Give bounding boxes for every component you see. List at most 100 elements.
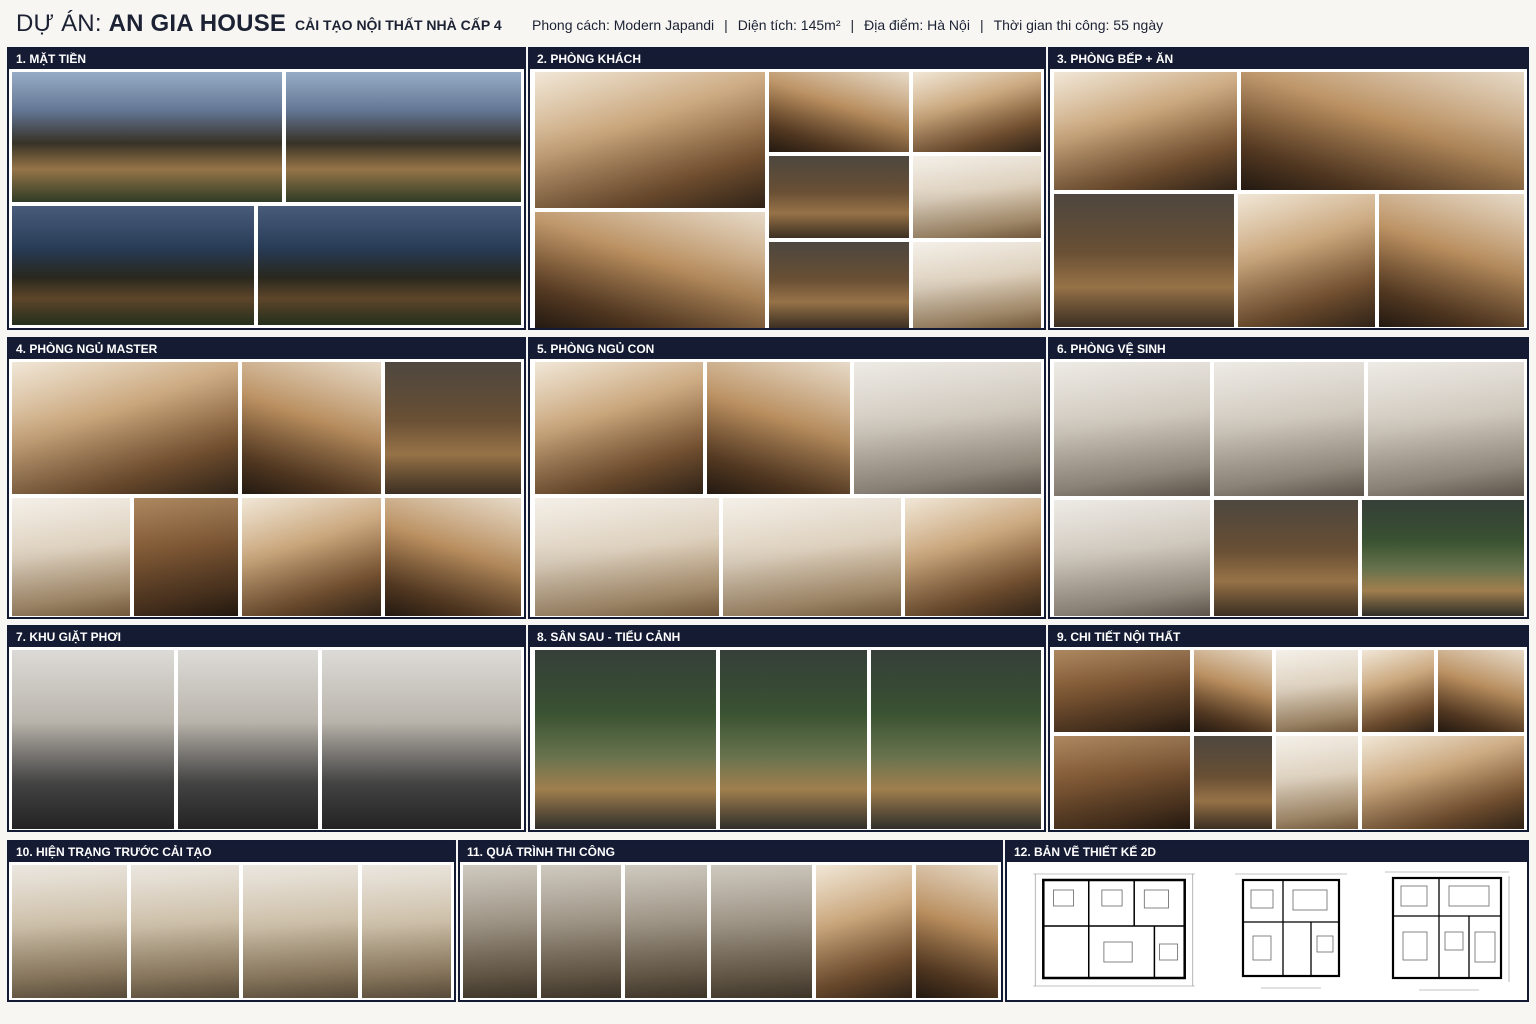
construction-photo[interactable] bbox=[462, 864, 538, 999]
living-room-photo[interactable] bbox=[768, 241, 910, 328]
master-bedroom-photo[interactable] bbox=[11, 497, 131, 617]
project-title: DỰ ÁN: AN GIA HOUSE bbox=[16, 10, 286, 38]
construction-photo[interactable] bbox=[624, 864, 708, 999]
kids-bedroom-photo[interactable] bbox=[534, 497, 720, 617]
laundry-photo[interactable] bbox=[321, 649, 522, 830]
bathroom-photo[interactable] bbox=[1053, 361, 1211, 497]
panel-construction-process: 11. QUÁ TRÌNH THI CÔNG bbox=[458, 840, 1003, 1002]
project-meta: Phong cách: Modern Japandi | Diện tích: 14… bbox=[532, 17, 1163, 33]
bathroom-photo[interactable] bbox=[1053, 499, 1211, 617]
panel-living-room: 2. PHÒNG KHÁCH bbox=[528, 47, 1046, 330]
meta-duration: Thời gian thi công: 55 ngày bbox=[993, 17, 1164, 33]
panel-title: 5. PHÒNG NGỦ CON bbox=[530, 339, 1044, 359]
kids-bedroom-photo[interactable] bbox=[534, 361, 704, 495]
detail-photo[interactable] bbox=[1437, 649, 1525, 733]
living-room-photo[interactable] bbox=[912, 155, 1042, 239]
bathroom-photo[interactable] bbox=[1213, 499, 1359, 617]
meta-separator: | bbox=[724, 17, 728, 33]
bathroom-photo[interactable] bbox=[1213, 361, 1365, 497]
kids-bedroom-photo[interactable] bbox=[853, 361, 1042, 495]
living-room-photo[interactable] bbox=[912, 71, 1042, 153]
facade-photo[interactable] bbox=[11, 205, 255, 326]
panel-kitchen-dining: 3. PHÒNG BẾP + ĂN bbox=[1048, 47, 1529, 330]
panel-title: 10. HIỆN TRẠNG TRƯỚC CẢI TẠO bbox=[9, 842, 454, 862]
floor-plan-drawing[interactable] bbox=[1369, 866, 1523, 1000]
facade-photo[interactable] bbox=[11, 71, 283, 203]
construction-photo[interactable] bbox=[710, 864, 813, 999]
detail-photo[interactable] bbox=[1193, 649, 1273, 733]
master-bedroom-photo[interactable] bbox=[133, 497, 239, 617]
panel-furniture-details: 9. CHI TIẾT NỘI THẤT bbox=[1048, 625, 1529, 832]
panel-title: 7. KHU GIẶT PHƠI bbox=[9, 627, 524, 647]
laundry-photo[interactable] bbox=[11, 649, 175, 830]
before-photo[interactable] bbox=[130, 864, 240, 999]
master-bedroom-photo[interactable] bbox=[241, 497, 382, 617]
master-bedroom-photo[interactable] bbox=[384, 497, 522, 617]
panel-title: 11. QUÁ TRÌNH THI CÔNG bbox=[460, 842, 1001, 862]
before-photo[interactable] bbox=[242, 864, 359, 999]
kitchen-photo[interactable] bbox=[1378, 193, 1525, 328]
living-room-photo[interactable] bbox=[534, 211, 766, 328]
meta-location: Địa điểm: Hà Nội bbox=[864, 17, 970, 33]
kids-bedroom-photo[interactable] bbox=[904, 497, 1042, 617]
header: DỰ ÁN: AN GIA HOUSE CẢI TẠO NỘI THẤT NHÀ… bbox=[0, 0, 1536, 46]
panel-title: 3. PHÒNG BẾP + ĂN bbox=[1050, 49, 1527, 69]
panel-title: 1. MẶT TIỀN bbox=[9, 49, 524, 69]
project-name: AN GIA HOUSE bbox=[108, 10, 287, 37]
floor-plan-drawing[interactable] bbox=[1013, 866, 1215, 1000]
kitchen-photo[interactable] bbox=[1237, 193, 1376, 328]
before-photo[interactable] bbox=[11, 864, 128, 999]
detail-photo[interactable] bbox=[1053, 649, 1191, 733]
panel-facade: 1. MẶT TIỀN bbox=[7, 47, 526, 330]
panel-kids-bedroom: 5. PHÒNG NGỦ CON bbox=[528, 337, 1046, 619]
floor-plan-drawing[interactable] bbox=[1221, 866, 1361, 1000]
meta-style: Phong cách: Modern Japandi bbox=[532, 17, 715, 33]
kitchen-photo[interactable] bbox=[1053, 71, 1238, 191]
garden-photo[interactable] bbox=[719, 649, 868, 830]
before-photo[interactable] bbox=[361, 864, 452, 999]
panel-bathroom: 6. PHÒNG VỆ SINH bbox=[1048, 337, 1529, 619]
kitchen-photo[interactable] bbox=[1053, 193, 1235, 328]
facade-photo[interactable] bbox=[285, 71, 522, 203]
detail-photo[interactable] bbox=[1275, 649, 1359, 733]
laundry-photo[interactable] bbox=[177, 649, 319, 830]
living-room-photo[interactable] bbox=[768, 155, 910, 239]
kitchen-photo[interactable] bbox=[1240, 71, 1525, 191]
panel-title: 2. PHÒNG KHÁCH bbox=[530, 49, 1044, 69]
kids-bedroom-photo[interactable] bbox=[706, 361, 851, 495]
living-room-photo[interactable] bbox=[534, 71, 766, 209]
construction-photo[interactable] bbox=[915, 864, 999, 999]
panel-backyard-garden: 8. SÂN SAU - TIỂU CẢNH bbox=[528, 625, 1046, 832]
facade-photo[interactable] bbox=[257, 205, 522, 326]
title-prefix: DỰ ÁN: bbox=[16, 10, 102, 37]
living-room-photo[interactable] bbox=[912, 241, 1042, 328]
detail-photo[interactable] bbox=[1275, 735, 1359, 830]
master-bedroom-photo[interactable] bbox=[241, 361, 382, 495]
detail-photo[interactable] bbox=[1361, 649, 1435, 733]
detail-photo[interactable] bbox=[1193, 735, 1273, 830]
panel-title: 9. CHI TIẾT NỘI THẤT bbox=[1050, 627, 1527, 647]
master-bedroom-photo[interactable] bbox=[11, 361, 239, 495]
bathroom-photo[interactable] bbox=[1367, 361, 1525, 497]
construction-photo[interactable] bbox=[815, 864, 913, 999]
panel-master-bedroom: 4. PHÒNG NGỦ MASTER bbox=[7, 337, 526, 619]
panel-title: 12. BẢN VẼ THIẾT KẾ 2D bbox=[1007, 842, 1527, 862]
detail-photo[interactable] bbox=[1053, 735, 1191, 830]
kids-bedroom-photo[interactable] bbox=[722, 497, 902, 617]
garden-photo[interactable] bbox=[534, 649, 717, 830]
meta-separator: | bbox=[979, 17, 984, 33]
meta-separator: | bbox=[850, 17, 855, 33]
panel-laundry: 7. KHU GIẶT PHƠI bbox=[7, 625, 526, 832]
bathroom-photo[interactable] bbox=[1361, 499, 1525, 617]
garden-photo[interactable] bbox=[870, 649, 1042, 830]
panel-title: 8. SÂN SAU - TIỂU CẢNH bbox=[530, 627, 1044, 647]
detail-photo[interactable] bbox=[1361, 735, 1525, 830]
panel-before-renovation: 10. HIỆN TRẠNG TRƯỚC CẢI TẠO bbox=[7, 840, 456, 1002]
panel-2d-drawings: 12. BẢN VẼ THIẾT KẾ 2D bbox=[1005, 840, 1529, 1002]
project-subtitle: CẢI TẠO NỘI THẤT NHÀ CẤP 4 bbox=[295, 17, 502, 33]
master-bedroom-photo[interactable] bbox=[384, 361, 522, 495]
living-room-photo[interactable] bbox=[768, 71, 910, 153]
meta-area: Diện tích: 145m² bbox=[737, 17, 841, 33]
construction-photo[interactable] bbox=[540, 864, 622, 999]
panel-title: 6. PHÒNG VỆ SINH bbox=[1050, 339, 1527, 359]
